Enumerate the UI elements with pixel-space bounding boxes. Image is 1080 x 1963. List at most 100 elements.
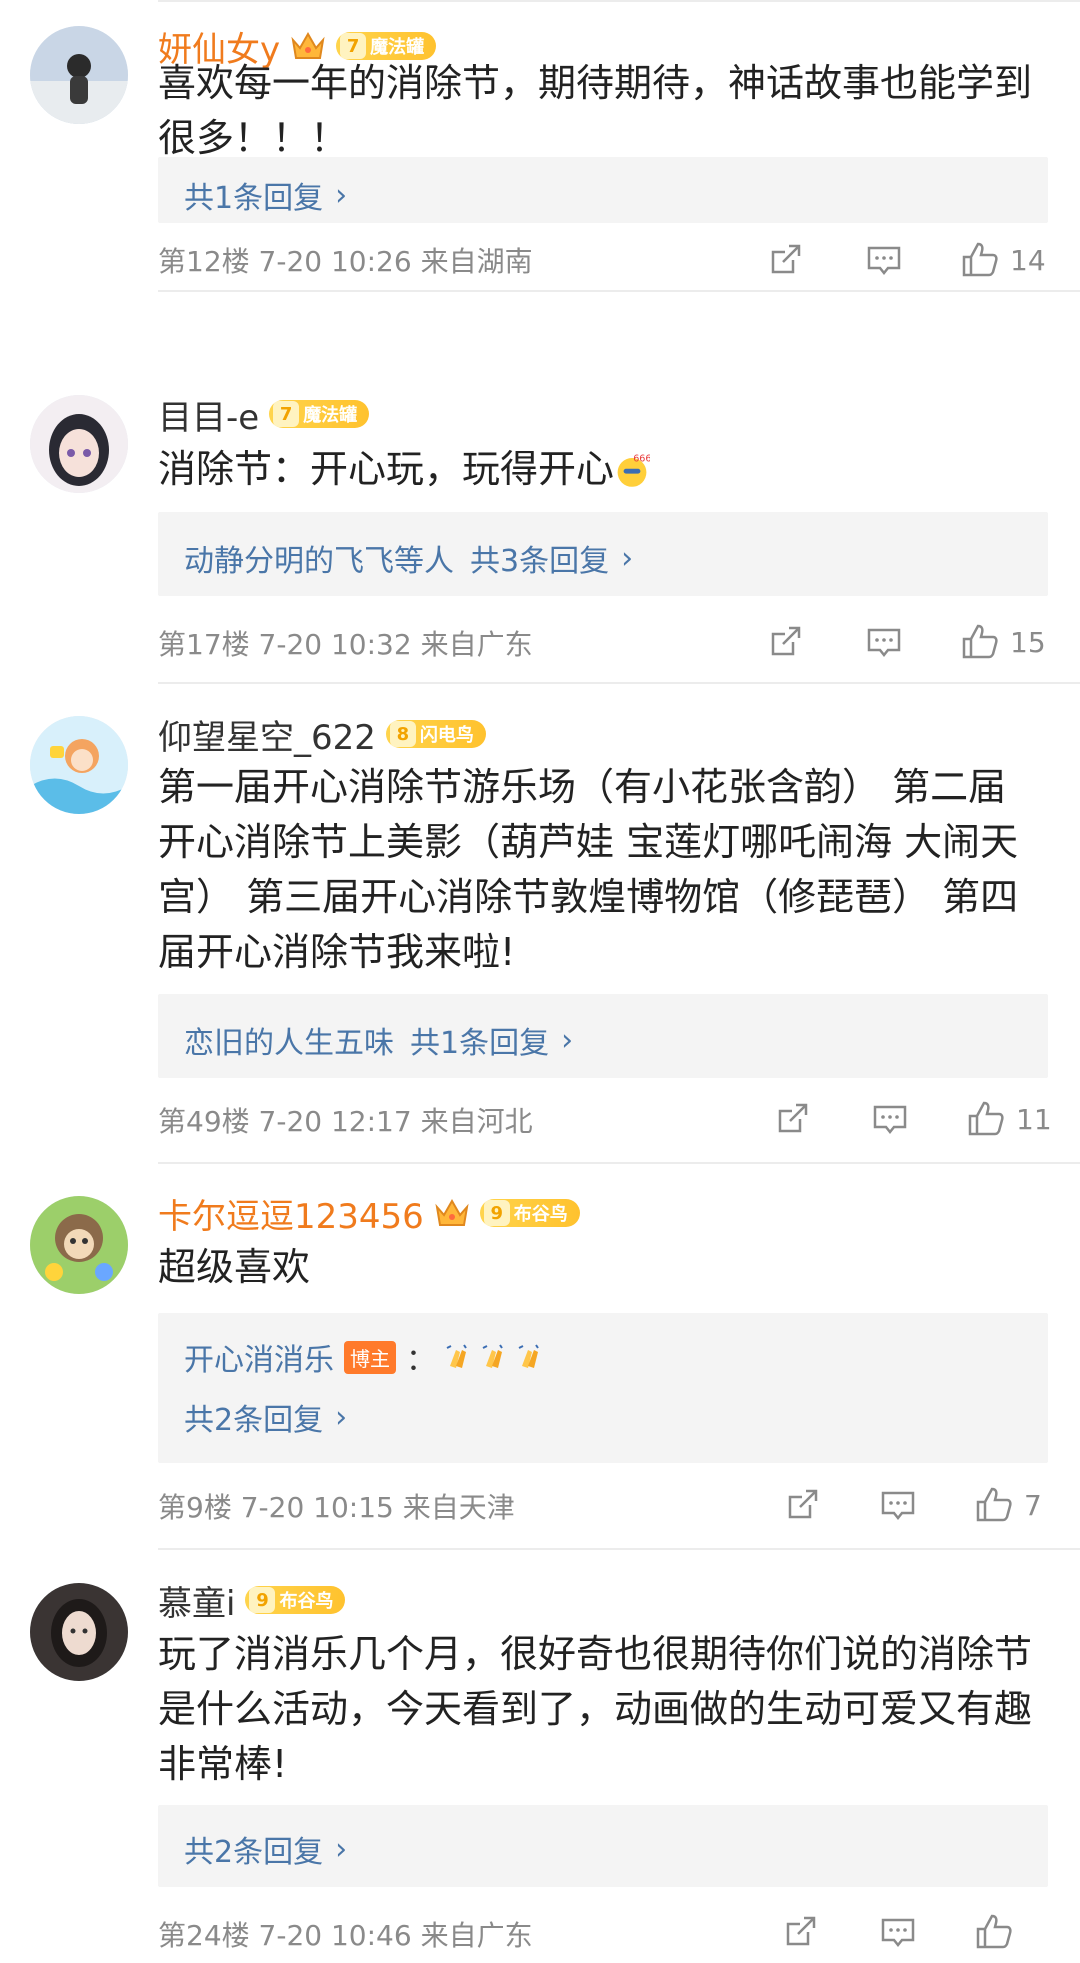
crown-icon: [435, 1198, 469, 1226]
badge-level: 8: [389, 721, 416, 747]
clap-emoji-icon: [446, 1344, 467, 1368]
reply-box[interactable]: 动静分明的飞飞等人 共3条回复 ›: [158, 512, 1048, 596]
share-action[interactable]: [782, 1483, 822, 1527]
reply-colon: ：: [406, 1343, 436, 1378]
location: 来自湖南: [420, 245, 533, 278]
reply-summary-link[interactable]: 恋旧的人生五味 共1条回复 ›: [184, 1018, 573, 1062]
share-action[interactable]: [780, 1910, 820, 1954]
share-action[interactable]: [772, 1097, 812, 1141]
avatar[interactable]: [30, 26, 128, 124]
like-icon[interactable]: [960, 622, 1000, 662]
reply-summary: 共2条回复: [184, 1403, 324, 1438]
like-action[interactable]: 11: [966, 1097, 1052, 1141]
chevron-right-icon: ›: [561, 1022, 574, 1058]
reply-summary: 共3条回复: [470, 544, 610, 579]
badge-label: 闪电鸟: [419, 725, 474, 746]
floor: 第24楼: [158, 1919, 250, 1952]
reply-users[interactable]: 动静分明的飞飞等人: [184, 536, 454, 580]
comment-meta: 第9楼 7-20 10:15 来自天津: [158, 1486, 515, 1526]
share-icon[interactable]: [772, 1099, 812, 1139]
comment-text: 超级喜欢: [158, 1245, 311, 1289]
badge-label: 布谷鸟: [279, 1591, 334, 1612]
reply-users[interactable]: 恋旧的人生五味: [184, 1018, 394, 1062]
like-count: 7: [1024, 1488, 1042, 1522]
comment-icon[interactable]: [878, 1485, 918, 1525]
comment-meta: 第12楼 7-20 10:26 来自湖南: [158, 240, 533, 280]
badge-level: 9: [483, 1200, 510, 1226]
reply-user[interactable]: 开心消消乐: [184, 1335, 334, 1379]
top-divider: [158, 0, 1080, 2]
comment-action[interactable]: [864, 238, 904, 282]
comment-icon[interactable]: [864, 240, 904, 280]
comment-meta: 第17楼 7-20 10:32 来自广东: [158, 623, 533, 663]
like-action[interactable]: 7: [974, 1483, 1042, 1527]
share-action[interactable]: [765, 620, 805, 664]
location: 来自广东: [420, 1919, 533, 1952]
avatar[interactable]: [30, 1583, 128, 1681]
fan-badge[interactable]: 7 魔法罐: [269, 400, 370, 428]
location: 来自河北: [420, 1105, 533, 1138]
floor: 第49楼: [158, 1105, 250, 1138]
comment-icon[interactable]: [878, 1912, 918, 1952]
floor: 第12楼: [158, 245, 250, 278]
comment-action[interactable]: [878, 1483, 918, 1527]
reply-summary-link[interactable]: 共2条回复 ›: [184, 1827, 347, 1871]
time: 7-20 10:32: [258, 628, 412, 661]
comment-action[interactable]: [870, 1097, 910, 1141]
like-action[interactable]: 14: [960, 238, 1046, 282]
clap-emoji-icon: [518, 1344, 539, 1368]
share-icon[interactable]: [780, 1912, 820, 1952]
share-action[interactable]: [765, 238, 805, 282]
fan-badge[interactable]: 8 闪电鸟: [385, 720, 486, 748]
floor: 第17楼: [158, 628, 250, 661]
reply-summary: 共2条回复: [184, 1835, 324, 1870]
reply-box[interactable]: 恋旧的人生五味 共1条回复 ›: [158, 994, 1048, 1078]
reply-summary-link[interactable]: 共2条回复 ›: [184, 1395, 347, 1439]
comment-meta: 第49楼 7-20 12:17 来自河北: [158, 1100, 533, 1140]
reply-box[interactable]: 开心消消乐 博主 ： 共2条回复 ›: [158, 1313, 1048, 1463]
fan-badge[interactable]: 9 布谷鸟: [479, 1199, 580, 1227]
share-icon[interactable]: [782, 1485, 822, 1525]
like-action[interactable]: 15: [960, 620, 1046, 664]
avatar[interactable]: [30, 395, 128, 493]
badge-level: 9: [249, 1587, 276, 1613]
reply-summary: 共1条回复: [410, 1026, 550, 1061]
comment-text: 第一届开心消除节游乐场（有小花张含韵） 第二届开心消除节上美影（葫芦娃 宝莲灯哪…: [158, 765, 1019, 974]
user-row: 慕童i 9 布谷鸟: [158, 1576, 346, 1625]
chevron-right-icon: ›: [621, 540, 634, 576]
reply-box[interactable]: 共2条回复 ›: [158, 1805, 1048, 1887]
comment-action[interactable]: [878, 1910, 918, 1954]
comment-text-body: 消除节：开心玩，玩得开心: [158, 447, 615, 491]
location: 来自天津: [402, 1491, 515, 1524]
reply-summary-link[interactable]: 动静分明的飞飞等人 共3条回复 ›: [184, 536, 633, 580]
reply-summary-link[interactable]: 共1条回复 ›: [184, 173, 347, 217]
time: 7-20 10:26: [258, 245, 412, 278]
comment-action[interactable]: [864, 620, 904, 664]
like-count: 15: [1010, 625, 1046, 659]
share-icon[interactable]: [765, 622, 805, 662]
666-emoji-icon: 666: [617, 454, 650, 487]
reply-box[interactable]: 共1条回复 ›: [158, 157, 1048, 223]
comment-divider: [158, 290, 1080, 292]
like-icon[interactable]: [974, 1485, 1014, 1525]
comment-icon[interactable]: [864, 622, 904, 662]
reply-preview[interactable]: 开心消消乐 博主 ：: [184, 1335, 544, 1379]
like-action[interactable]: [974, 1910, 1024, 1954]
username[interactable]: 慕童i: [158, 1576, 235, 1625]
share-icon[interactable]: [765, 240, 805, 280]
username[interactable]: 卡尔逗逗123456: [158, 1189, 424, 1238]
time: 7-20 10:46: [258, 1919, 412, 1952]
comment-icon[interactable]: [870, 1099, 910, 1139]
comment-text: 消除节：开心玩，玩得开心 666: [158, 442, 1038, 497]
comment-meta: 第24楼 7-20 10:46 来自广东: [158, 1914, 533, 1954]
like-icon[interactable]: [960, 240, 1000, 280]
username[interactable]: 仰望星空_622: [158, 710, 376, 759]
avatar[interactable]: [30, 716, 128, 814]
time: 7-20 10:15: [240, 1491, 394, 1524]
fan-badge[interactable]: 9 布谷鸟: [245, 1586, 346, 1614]
avatar[interactable]: [30, 1196, 128, 1294]
like-count: 14: [1010, 243, 1046, 277]
like-icon[interactable]: [966, 1099, 1006, 1139]
like-icon[interactable]: [974, 1912, 1014, 1952]
username[interactable]: 目目-e: [158, 390, 259, 439]
